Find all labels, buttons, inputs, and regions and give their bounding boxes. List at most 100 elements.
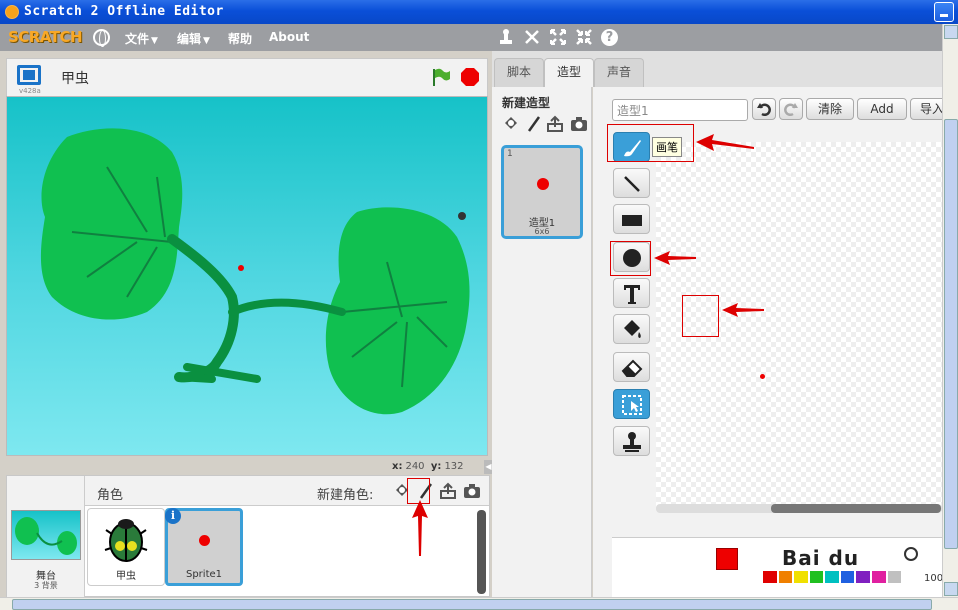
rectangle-icon — [622, 215, 642, 226]
new-costume-label: 新建造型 — [502, 96, 551, 110]
scroll-thumb[interactable] — [944, 119, 958, 549]
language-globe-icon[interactable] — [93, 29, 110, 47]
stage-thumbnail[interactable] — [11, 510, 81, 560]
sprite-name-label: Sprite1 — [185, 569, 223, 580]
tab-bar: 脚本 造型 声音 — [492, 51, 942, 87]
sprites-title: 角色 — [97, 488, 124, 503]
sprite-list-scrollbar[interactable] — [477, 510, 486, 594]
duplicate-stamp-icon[interactable] — [497, 28, 515, 46]
costumes-list: 新建造型 1 造型1 6x6 — [492, 87, 592, 597]
eraser-icon — [621, 359, 643, 377]
annotation-arrow-up — [412, 500, 428, 556]
palette-color[interactable] — [762, 570, 778, 584]
costume-name-input[interactable] — [612, 99, 748, 121]
menu-help[interactable]: 帮助 — [228, 30, 252, 47]
window-horizontal-scrollbar[interactable] — [0, 597, 958, 610]
costume-from-library-icon[interactable] — [502, 115, 520, 133]
menu-about[interactable]: About — [269, 30, 309, 44]
backdrop-count: 3 背景 — [34, 581, 58, 590]
costume-index: 1 — [507, 149, 513, 159]
fill-tool[interactable] — [613, 314, 650, 344]
palette-color[interactable] — [870, 570, 887, 584]
fill-bucket-icon — [624, 320, 641, 338]
line-tool[interactable] — [613, 168, 650, 198]
selected-color-swatch[interactable] — [716, 548, 738, 570]
sprite-tile-beetle[interactable]: 甲虫 — [87, 508, 165, 586]
scroll-down-arrow-icon[interactable] — [944, 582, 958, 596]
annotation-arrow-left — [722, 303, 764, 317]
stage-thumbnail-column[interactable]: 舞台 3 背景 — [7, 476, 85, 597]
rectangle-tool[interactable] — [613, 204, 650, 234]
paint-new-costume-icon[interactable] — [525, 115, 543, 133]
undo-button[interactable] — [752, 98, 776, 120]
annotation-arrow-left — [654, 251, 696, 265]
tooltip-paintbrush: 画笔 — [652, 137, 682, 157]
annotation-box-dot — [682, 295, 719, 337]
canvas-horizontal-scrollbar[interactable] — [656, 504, 942, 513]
mouse-coordinates: x: 240 y: 132 — [392, 461, 464, 472]
menu-edit[interactable]: 编辑 ▼ — [177, 30, 210, 47]
menu-file[interactable]: 文件 ▼ — [125, 30, 158, 47]
add-button[interactable]: Add — [857, 98, 907, 120]
green-flag-icon[interactable] — [431, 67, 451, 87]
upload-costume-icon[interactable] — [546, 115, 564, 133]
current-sprite-name: 甲虫 — [61, 71, 89, 87]
minimize-button[interactable] — [934, 2, 954, 22]
grow-icon[interactable] — [549, 28, 567, 46]
tab-scripts[interactable]: 脚本 — [494, 58, 545, 87]
tab-costumes[interactable]: 造型 — [544, 58, 595, 87]
upload-sprite-icon[interactable] — [439, 482, 457, 500]
scroll-thumb[interactable] — [771, 504, 941, 513]
title-bar: Scratch 2 Offline Editor — [0, 0, 958, 24]
palette-color[interactable] — [839, 570, 856, 584]
annotation-arrow-left — [696, 134, 754, 151]
line-icon — [624, 176, 640, 192]
sprite-tile-sprite1[interactable]: i Sprite1 — [165, 508, 243, 586]
clear-button[interactable]: 清除 — [806, 98, 854, 120]
stop-sign-icon[interactable] — [460, 67, 480, 87]
window-title: Scratch 2 Offline Editor — [24, 4, 224, 19]
baidu-watermark-icon: Bai du — [782, 546, 860, 570]
palette-color[interactable] — [824, 570, 840, 584]
text-tool[interactable] — [613, 278, 650, 308]
scratch-cat-icon — [5, 5, 19, 19]
palette-color[interactable] — [808, 570, 825, 584]
text-icon — [624, 285, 640, 304]
stamp-tool[interactable] — [613, 426, 650, 456]
tab-sounds[interactable]: 声音 — [594, 58, 645, 87]
info-icon[interactable]: i — [165, 508, 181, 524]
select-tool[interactable] — [613, 389, 650, 419]
costume-tile[interactable]: 1 造型1 6x6 — [501, 145, 583, 239]
menu-bar: SCRATCH 文件 ▼ 编辑 ▼ 帮助 About ? — [0, 24, 942, 51]
scratch-logo[interactable]: SCRATCH — [8, 28, 83, 46]
zoom-out-icon[interactable] — [904, 547, 918, 561]
eraser-tool[interactable] — [613, 352, 650, 382]
camera-sprite-icon[interactable] — [463, 482, 481, 500]
stage-drawing — [40, 128, 470, 415]
camera-costume-icon[interactable] — [570, 115, 588, 133]
window-vertical-scrollbar[interactable] — [942, 24, 958, 597]
scroll-up-arrow-icon[interactable] — [944, 25, 958, 39]
palette-color[interactable] — [886, 570, 903, 584]
stage-canvas[interactable] — [6, 96, 488, 456]
undo-icon — [757, 103, 771, 116]
red-dot-sprite-icon — [199, 535, 210, 546]
palette-color[interactable] — [777, 570, 794, 584]
fullscreen-icon[interactable] — [17, 65, 41, 85]
new-sprite-label: 新建角色: — [317, 488, 374, 503]
palette-color[interactable] — [793, 570, 809, 584]
costume-size: 6x6 — [534, 227, 550, 236]
cut-scissors-icon[interactable] — [523, 28, 541, 46]
help-question-icon[interactable]: ? — [601, 29, 618, 46]
redo-button[interactable] — [779, 98, 803, 120]
sprite-name-label: 甲虫 — [116, 571, 136, 582]
color-palette[interactable] — [762, 570, 903, 584]
costume-thumbnail — [537, 178, 549, 190]
shrink-icon[interactable] — [575, 28, 593, 46]
palette-color[interactable] — [855, 570, 871, 584]
import-button[interactable]: 导入 — [910, 98, 942, 120]
annotation-box-ellipse — [610, 241, 651, 276]
scroll-thumb[interactable] — [12, 599, 932, 610]
stage-header: v428a 甲虫 — [6, 58, 488, 96]
beetle-sprite-icon — [104, 519, 148, 562]
